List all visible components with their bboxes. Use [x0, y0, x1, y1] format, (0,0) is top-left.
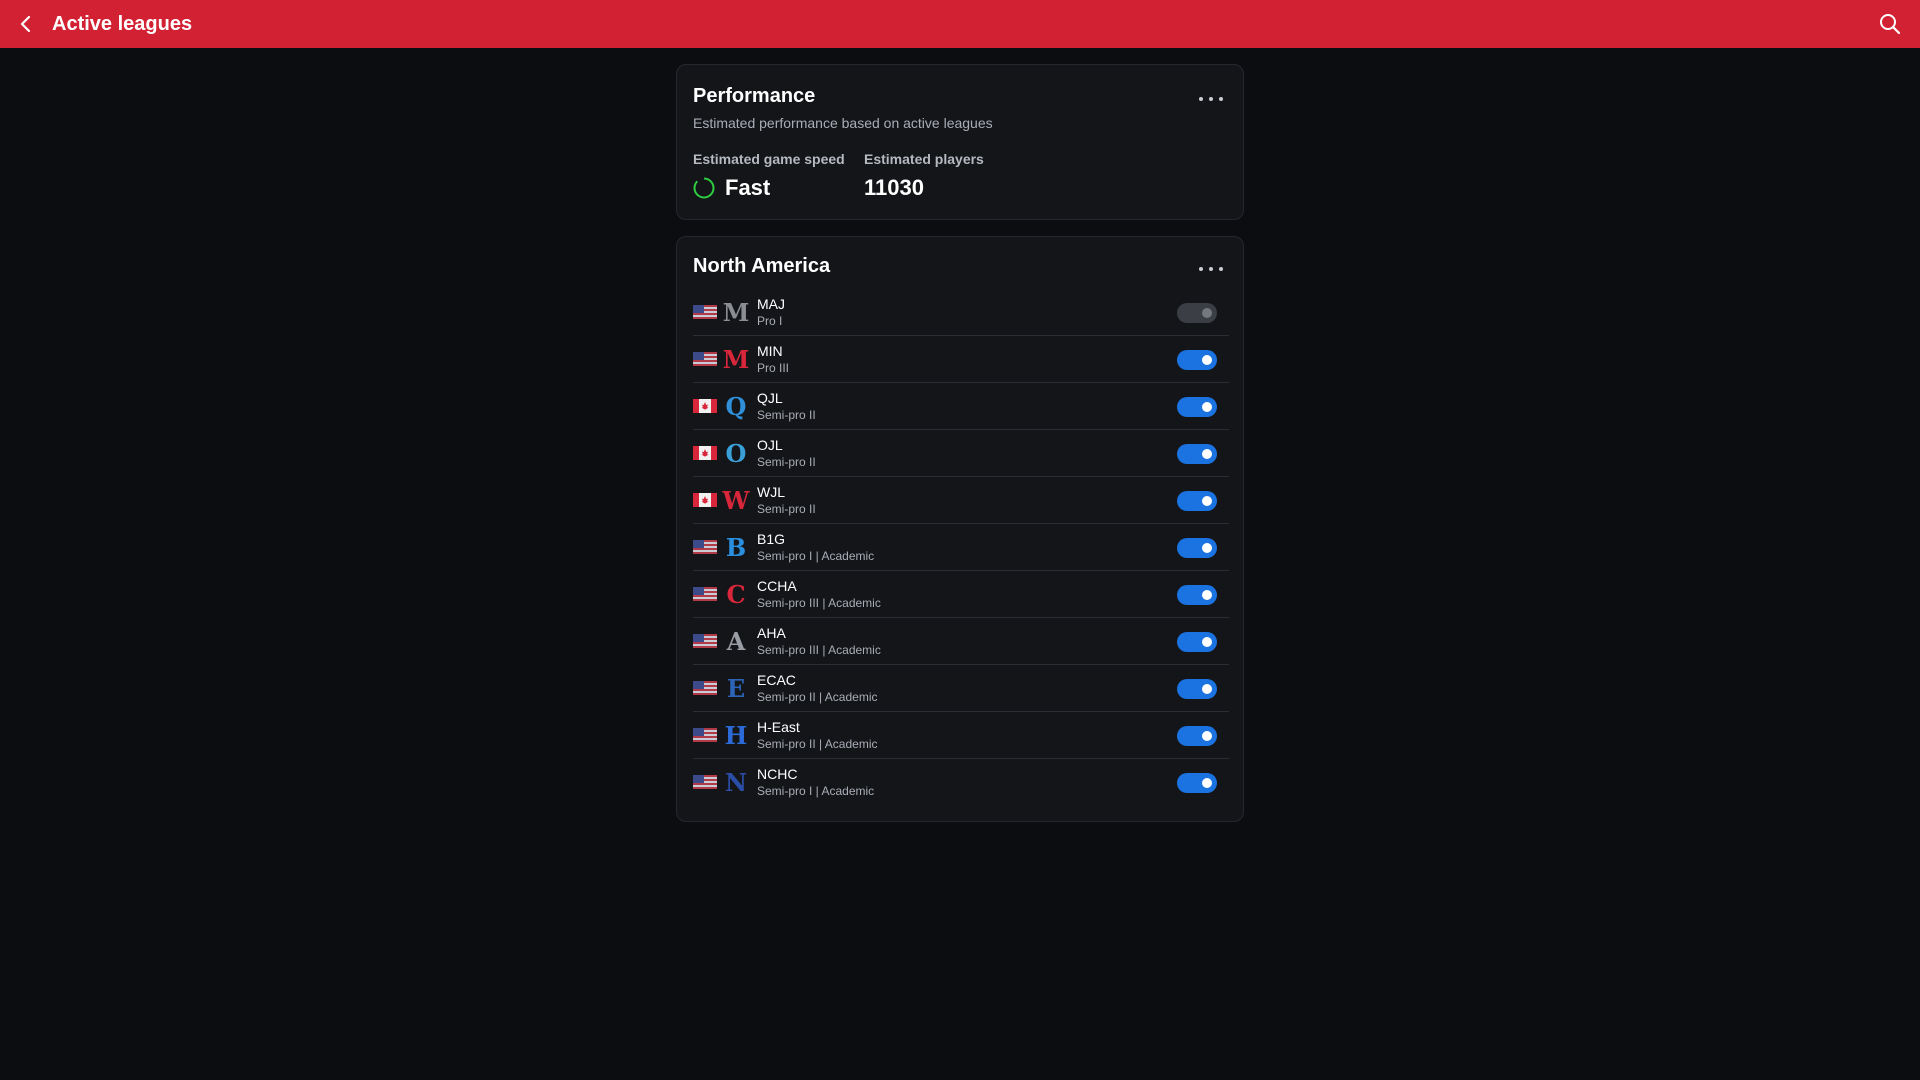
league-name: CCHA: [757, 578, 797, 594]
league-name: H-East: [757, 719, 800, 735]
page-title: Active leagues: [52, 13, 193, 35]
league-logo-icon: N: [725, 767, 747, 797]
us-flag-icon: [693, 634, 717, 648]
league-toggle[interactable]: [1177, 491, 1217, 511]
league-name: MAJ: [757, 296, 785, 312]
league-list: M MAJ Pro I M MIN Pro III Q QJL Semi-pro…: [693, 289, 1229, 806]
league-toggle[interactable]: [1177, 726, 1217, 746]
canada-flag-icon: [693, 493, 717, 507]
more-dots-icon: [1199, 267, 1203, 271]
league-name: NCHC: [757, 766, 798, 782]
players-value: 11030: [864, 175, 924, 200]
performance-more-button[interactable]: [1199, 91, 1223, 107]
league-toggle[interactable]: [1177, 350, 1217, 370]
league-row: O OJL Semi-pro II: [693, 430, 1229, 477]
league-level: Pro I: [757, 314, 783, 328]
league-toggle[interactable]: [1177, 538, 1217, 558]
players-metric: Estimated players 11030: [864, 151, 984, 201]
league-name: QJL: [757, 390, 783, 406]
region-title: North America: [693, 255, 831, 277]
chevron-left-icon: [20, 15, 31, 33]
league-logo-icon: A: [726, 626, 746, 656]
game-speed-label: Estimated game speed: [693, 151, 845, 167]
top-app-bar: Active leagues: [0, 0, 1920, 48]
league-level: Semi-pro III | Academic: [757, 596, 881, 610]
league-toggle[interactable]: [1177, 632, 1217, 652]
league-name: WJL: [757, 484, 785, 500]
league-level: Semi-pro II: [757, 502, 816, 516]
league-row: C CCHA Semi-pro III | Academic: [693, 571, 1229, 618]
league-toggle[interactable]: [1177, 444, 1217, 464]
league-level: Semi-pro III | Academic: [757, 643, 881, 657]
back-button[interactable]: [14, 12, 38, 36]
canada-flag-icon: [693, 446, 717, 460]
league-toggle[interactable]: [1177, 679, 1217, 699]
league-logo-icon: M: [722, 344, 750, 374]
league-name: ECAC: [757, 672, 796, 688]
league-level: Semi-pro I | Academic: [757, 784, 875, 798]
us-flag-icon: [693, 681, 717, 695]
league-row: M MAJ Pro I: [693, 289, 1229, 336]
us-flag-icon: [693, 587, 717, 601]
league-row: A AHA Semi-pro III | Academic: [693, 618, 1229, 665]
region-card-north-america: North America M MAJ Pro I M MIN Pro III …: [676, 236, 1244, 822]
search-button[interactable]: [1878, 12, 1902, 36]
us-flag-icon: [693, 352, 717, 366]
league-toggle[interactable]: [1177, 585, 1217, 605]
league-logo-icon: C: [726, 579, 746, 609]
more-dots-icon: [1199, 97, 1203, 101]
league-logo-icon: H: [724, 720, 748, 750]
league-level: Semi-pro II: [757, 408, 816, 422]
region-more-button[interactable]: [1199, 261, 1223, 277]
league-name: OJL: [757, 437, 783, 453]
league-level: Semi-pro II | Academic: [757, 737, 878, 751]
performance-card: Performance Estimated performance based …: [676, 64, 1244, 220]
league-name: AHA: [757, 625, 786, 641]
league-row: H H-East Semi-pro II | Academic: [693, 712, 1229, 759]
league-row: E ECAC Semi-pro II | Academic: [693, 665, 1229, 712]
league-row: W WJL Semi-pro II: [693, 477, 1229, 524]
us-flag-icon: [693, 305, 717, 319]
us-flag-icon: [693, 775, 717, 789]
league-toggle[interactable]: [1177, 773, 1217, 793]
league-row: B B1G Semi-pro I | Academic: [693, 524, 1229, 571]
league-name: MIN: [757, 343, 783, 359]
players-label: Estimated players: [864, 151, 984, 167]
search-icon: [1880, 14, 1901, 35]
league-logo-icon: W: [722, 485, 750, 515]
league-row: M MIN Pro III: [693, 336, 1229, 383]
league-logo-icon: M: [722, 297, 750, 327]
game-speed-metric: Estimated game speed Fast: [693, 151, 845, 201]
performance-subtitle: Estimated performance based on active le…: [693, 115, 993, 131]
league-toggle[interactable]: [1177, 303, 1217, 323]
league-row: N NCHC Semi-pro I | Academic: [693, 759, 1229, 806]
league-row: Q QJL Semi-pro II: [693, 383, 1229, 430]
us-flag-icon: [693, 728, 717, 742]
us-flag-icon: [693, 540, 717, 554]
league-name: B1G: [757, 531, 786, 547]
game-speed-value: Fast: [725, 175, 771, 200]
league-toggle[interactable]: [1177, 397, 1217, 417]
performance-title: Performance: [693, 85, 816, 107]
league-logo-icon: B: [725, 532, 747, 562]
speed-ring-icon: [693, 177, 715, 199]
league-level: Semi-pro I | Academic: [757, 549, 875, 563]
league-logo-icon: Q: [725, 391, 747, 421]
canada-flag-icon: [693, 399, 717, 413]
league-level: Pro III: [757, 361, 790, 375]
league-logo-icon: O: [725, 438, 747, 468]
league-logo-icon: E: [726, 673, 746, 703]
league-level: Semi-pro II | Academic: [757, 690, 878, 704]
league-level: Semi-pro II: [757, 455, 816, 469]
